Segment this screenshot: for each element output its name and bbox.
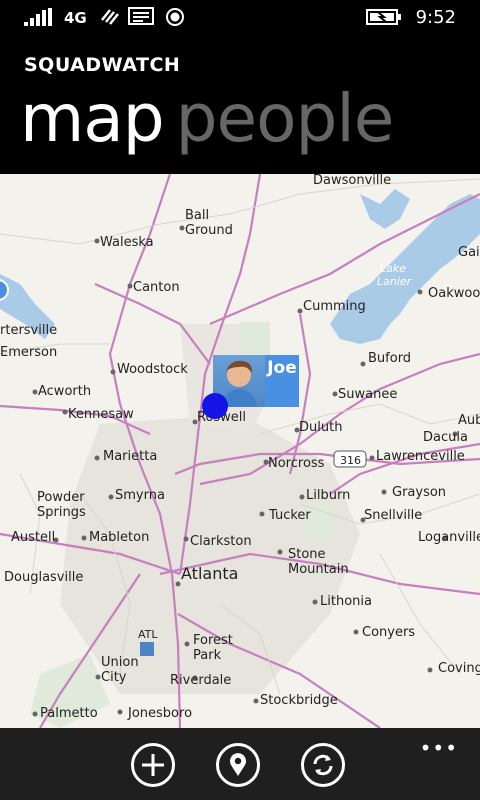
city-acworth: Acworth	[38, 384, 91, 399]
city-riverdale: Riverdale	[170, 673, 231, 688]
city-waleska: Waleska	[100, 235, 154, 250]
message-icon	[128, 7, 154, 25]
city-mableton: Mableton	[89, 530, 149, 545]
city-dawsonville: Dawsonville	[313, 174, 391, 188]
city-ball: Ball	[185, 208, 209, 223]
city-loganville: Loganville	[418, 530, 480, 545]
city-lilburn: Lilburn	[306, 488, 350, 503]
city-cumming: Cumming	[303, 299, 366, 314]
city-lithonia: Lithonia	[320, 594, 372, 609]
city-canton: Canton	[133, 280, 180, 295]
city-oakwood: Oakwoo	[428, 286, 480, 301]
locate-button[interactable]	[216, 743, 260, 787]
map-view[interactable]: 316 Dawsonville Ball Ground Waleska Gai …	[0, 174, 480, 728]
city-mountain: Mountain	[288, 562, 349, 577]
city-palmetto: Palmetto	[40, 706, 98, 721]
city-smyrna: Smyrna	[115, 488, 165, 503]
city-gai: Gai	[458, 245, 480, 260]
city-suwanee: Suwanee	[338, 387, 397, 402]
data-connection-icon	[101, 9, 119, 25]
city-aub: Aub	[458, 413, 480, 428]
location-pin-icon	[230, 753, 246, 776]
city-austell: Austell	[11, 530, 55, 545]
add-button[interactable]	[131, 743, 175, 787]
city-marietta: Marietta	[103, 449, 157, 464]
network-type: 4G	[64, 9, 87, 27]
city-grayson: Grayson	[392, 485, 446, 500]
city-rtersville: rtersville	[0, 323, 57, 338]
more-options-button[interactable]: •••	[420, 736, 458, 760]
city-powder: Powder	[37, 490, 85, 505]
pivot-header: map people	[20, 86, 394, 152]
airport-atl: ATL	[138, 628, 158, 641]
city-douglasville: Douglasville	[4, 570, 83, 585]
city-stone: Stone	[288, 547, 326, 562]
lake-label: Lake	[380, 262, 406, 275]
city-union: Union	[101, 655, 139, 670]
hwy-316-label: 316	[340, 454, 361, 467]
marker-name: Joe	[267, 358, 297, 378]
person-location-dot[interactable]	[202, 393, 228, 419]
app-bar: •••	[0, 728, 480, 800]
city-emerson: Emerson	[0, 345, 57, 360]
city-woodstock: Woodstock	[117, 362, 188, 377]
location-service-icon	[166, 8, 184, 26]
city-kennesaw: Kennesaw	[68, 407, 134, 422]
city-norcross: Norcross	[268, 456, 325, 471]
city-buford: Buford	[368, 351, 411, 366]
city-dacula: Dacula	[423, 430, 468, 445]
pivot-tab-people[interactable]: people	[176, 80, 395, 157]
status-bar: 4G 9:52	[0, 0, 480, 34]
sync-icon	[313, 754, 333, 776]
lanier-label: Lanier	[377, 275, 413, 288]
sync-button[interactable]	[301, 743, 345, 787]
city-clarkston: Clarkston	[190, 534, 252, 549]
city-coving: Coving	[438, 661, 480, 676]
city-park: Park	[193, 648, 222, 663]
clock: 9:52	[415, 7, 456, 28]
city-ground: Ground	[185, 223, 233, 238]
city-stockbridge: Stockbridge	[260, 693, 338, 708]
map-canvas[interactable]: 316 Dawsonville Ball Ground Waleska Gai …	[0, 174, 480, 728]
city-jonesboro: Jonesboro	[127, 706, 192, 721]
city-lawrenceville: Lawrenceville	[376, 449, 465, 464]
city-conyers: Conyers	[362, 625, 415, 640]
city-tucker: Tucker	[268, 508, 311, 523]
city-city: City	[101, 670, 127, 685]
app-title: SQUADWATCH	[24, 54, 181, 76]
add-icon	[142, 754, 164, 776]
city-snellville: Snellville	[364, 508, 422, 523]
city-springs: Springs	[37, 505, 86, 520]
city-duluth: Duluth	[299, 420, 342, 435]
city-atlanta: Atlanta	[181, 564, 238, 583]
pivot-tab-map[interactable]: map	[20, 80, 165, 157]
signal-strength-icon	[24, 8, 52, 26]
battery-charging-icon	[366, 9, 401, 25]
city-forest: Forest	[193, 633, 233, 648]
